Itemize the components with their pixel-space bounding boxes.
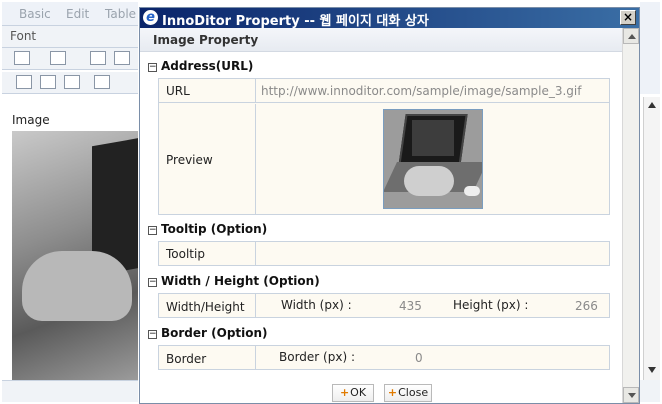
tooltip-input[interactable] bbox=[257, 242, 609, 265]
section-size[interactable]: − Width / Height (Option) bbox=[148, 274, 320, 288]
menu-edit[interactable]: Edit bbox=[66, 7, 89, 21]
height-label: Height (px) : bbox=[453, 298, 529, 312]
height-input[interactable]: 266 bbox=[575, 299, 598, 313]
url-field[interactable]: http://www.innoditor.com/sample/image/sa… bbox=[257, 79, 609, 102]
plus-icon: + bbox=[387, 386, 398, 399]
border-table: Border Border (px) : 0 bbox=[158, 345, 610, 370]
close-button[interactable]: +Close bbox=[384, 384, 432, 402]
dialog-titlebar[interactable]: e InnoDitor Property -- 웹 페이지 대화 상자 × bbox=[140, 8, 639, 29]
dialog-close-button[interactable]: × bbox=[620, 10, 636, 25]
section-border[interactable]: − Border (Option) bbox=[148, 326, 268, 340]
border-px-label: Border (px) : bbox=[279, 350, 355, 364]
dialog-header-title: Image Property bbox=[153, 33, 259, 47]
dialog-scrollbar[interactable] bbox=[622, 28, 639, 403]
image-property-dialog: e InnoDitor Property -- 웹 페이지 대화 상자 × Im… bbox=[139, 7, 640, 404]
scroll-down-icon[interactable] bbox=[648, 367, 656, 373]
laptop-image[interactable] bbox=[12, 131, 138, 380]
url-value[interactable]: http://www.innoditor.com/sample/image/sa… bbox=[261, 84, 581, 98]
editor-toolbar-right bbox=[640, 2, 660, 94]
section-address[interactable]: − Address(URL) bbox=[148, 59, 253, 73]
scroll-up-icon bbox=[628, 34, 636, 39]
menu-basic[interactable]: Basic bbox=[19, 7, 51, 21]
indent-icon[interactable] bbox=[90, 51, 106, 65]
plus-icon: + bbox=[339, 386, 350, 399]
address-table: URL http://www.innoditor.com/sample/imag… bbox=[158, 78, 610, 215]
editor-menubar: Basic Edit Table bbox=[2, 2, 138, 26]
dialog-header: Image Property bbox=[140, 28, 622, 52]
dialog-body: Image Property − Address(URL) URL http://… bbox=[140, 28, 622, 403]
ok-button[interactable]: +OK bbox=[332, 384, 374, 402]
paste-icon[interactable] bbox=[64, 75, 80, 89]
editor-scrollbar[interactable] bbox=[643, 97, 660, 380]
section-tooltip[interactable]: − Tooltip (Option) bbox=[148, 222, 267, 236]
font-toolbar: Font bbox=[2, 26, 138, 48]
dialog-title: InnoDitor Property -- 웹 페이지 대화 상자 bbox=[162, 14, 429, 29]
url-label: URL bbox=[166, 84, 190, 98]
size-table: Width/Height Width (px) : 435 Height (px… bbox=[158, 293, 610, 318]
text-icon[interactable] bbox=[50, 51, 66, 65]
border-input[interactable]: 0 bbox=[415, 351, 423, 365]
scroll-up-icon[interactable] bbox=[648, 102, 656, 108]
border-label: Border bbox=[166, 352, 207, 366]
scroll-up-button[interactable] bbox=[623, 28, 639, 44]
copy-icon[interactable] bbox=[40, 75, 56, 89]
width-label: Width (px) : bbox=[281, 298, 352, 312]
editor-corner bbox=[640, 380, 660, 402]
size-label: Width/Height bbox=[166, 300, 245, 314]
editor-statusbar bbox=[2, 380, 138, 402]
menu-table[interactable]: Table bbox=[105, 7, 136, 21]
collapse-icon[interactable]: − bbox=[148, 226, 157, 235]
tooltip-table: Tooltip bbox=[158, 241, 610, 266]
editor-canvas[interactable]: Image bbox=[2, 97, 138, 380]
table-icon[interactable] bbox=[14, 51, 30, 65]
preview-row: Preview bbox=[159, 104, 609, 215]
outdent-icon[interactable] bbox=[114, 51, 130, 65]
cut-icon[interactable] bbox=[16, 75, 32, 89]
format-toolbar bbox=[2, 48, 138, 70]
url-row: URL http://www.innoditor.com/sample/imag… bbox=[159, 79, 609, 103]
format-icon[interactable] bbox=[94, 75, 110, 89]
preview-image bbox=[383, 109, 483, 209]
image-caption: Image bbox=[12, 113, 50, 127]
scroll-down-button[interactable] bbox=[623, 387, 639, 403]
collapse-icon[interactable]: − bbox=[148, 330, 157, 339]
tooltip-label: Tooltip bbox=[166, 247, 205, 261]
preview-label: Preview bbox=[166, 153, 213, 167]
edit-toolbar bbox=[2, 72, 138, 94]
ie-icon: e bbox=[143, 10, 158, 25]
font-label[interactable]: Font bbox=[10, 29, 36, 43]
width-input[interactable]: 435 bbox=[399, 299, 422, 313]
collapse-icon[interactable]: − bbox=[148, 63, 157, 72]
scroll-down-icon bbox=[628, 393, 636, 398]
collapse-icon[interactable]: − bbox=[148, 278, 157, 287]
